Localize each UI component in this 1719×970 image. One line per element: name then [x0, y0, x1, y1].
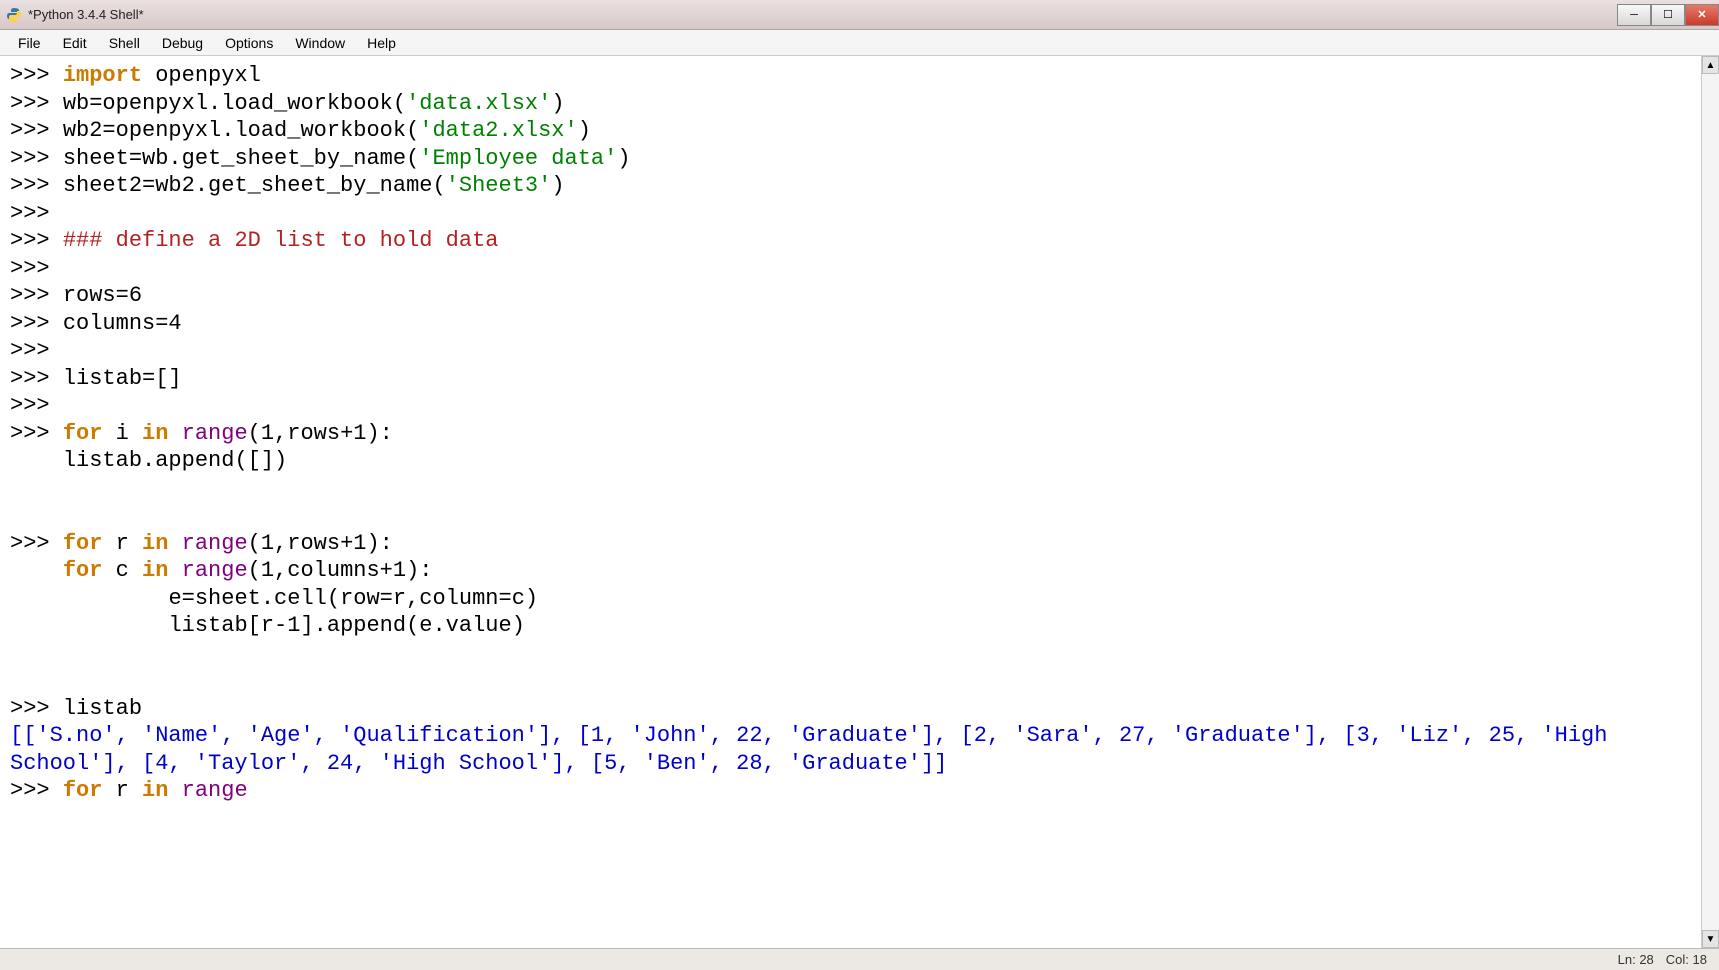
menu-window[interactable]: Window	[285, 32, 355, 54]
prompt: >>>	[10, 531, 63, 556]
prompt: >>>	[10, 283, 63, 308]
menu-help[interactable]: Help	[357, 32, 406, 54]
status-line: Ln: 28	[1618, 952, 1654, 967]
prompt: >>>	[10, 173, 63, 198]
statusbar: Ln: 28 Col: 18	[0, 948, 1719, 970]
kw-for: for	[63, 778, 103, 803]
prompt: >>>	[10, 63, 63, 88]
close-button[interactable]: ✕	[1685, 4, 1719, 26]
vertical-scrollbar[interactable]: ▲ ▼	[1701, 56, 1719, 948]
kw-for: for	[63, 421, 103, 446]
menu-debug[interactable]: Debug	[152, 32, 213, 54]
prompt: >>>	[10, 91, 63, 116]
python-shell-window: *Python 3.4.4 Shell* ─ ☐ ✕ File Edit She…	[0, 0, 1719, 970]
kw-in: in	[142, 778, 168, 803]
maximize-button[interactable]: ☐	[1651, 4, 1685, 26]
prompt: >>>	[10, 366, 63, 391]
kw-range: range	[182, 778, 248, 803]
menubar: File Edit Shell Debug Options Window Hel…	[0, 30, 1719, 56]
kw-range: range	[182, 531, 248, 556]
kw-in: in	[142, 558, 168, 583]
kw-range: range	[182, 558, 248, 583]
prompt: >>>	[10, 256, 63, 281]
shell-editor[interactable]: >>> import openpyxl >>> wb=openpyxl.load_…	[0, 56, 1701, 948]
code-text: (1,rows+1):	[248, 421, 393, 446]
code-text: wb=openpyxl.load_workbook(	[63, 91, 406, 116]
code-text: openpyxl	[142, 63, 261, 88]
kw-import: import	[63, 63, 142, 88]
kw-range: range	[182, 421, 248, 446]
code-body: listab.append([])	[10, 448, 287, 473]
prompt: >>>	[10, 146, 63, 171]
code-text: )	[617, 146, 630, 171]
code-text: c	[102, 558, 142, 583]
prompt: >>>	[10, 201, 63, 226]
prompt: >>>	[10, 696, 63, 721]
code-text: (1,columns+1):	[248, 558, 433, 583]
prompt: >>>	[10, 118, 63, 143]
string-literal: 'data2.xlsx'	[419, 118, 577, 143]
code-text: wb2=openpyxl.load_workbook(	[63, 118, 419, 143]
comment: ### define a 2D list to hold data	[63, 228, 499, 253]
prompt: >>>	[10, 311, 63, 336]
kw-in: in	[142, 531, 168, 556]
code-text: r	[102, 778, 142, 803]
code-text: listab=[]	[63, 366, 182, 391]
code-text: )	[551, 173, 564, 198]
kw-for: for	[63, 531, 103, 556]
code-text: r	[102, 531, 142, 556]
menu-options[interactable]: Options	[215, 32, 283, 54]
code-text: )	[578, 118, 591, 143]
menu-edit[interactable]: Edit	[53, 32, 97, 54]
code-text	[168, 531, 181, 556]
titlebar: *Python 3.4.4 Shell* ─ ☐ ✕	[0, 0, 1719, 30]
string-literal: 'Sheet3'	[446, 173, 552, 198]
titlebar-left: *Python 3.4.4 Shell*	[6, 7, 144, 23]
code-text: columns=4	[63, 311, 182, 336]
prompt: >>>	[10, 228, 63, 253]
code-text	[168, 421, 181, 446]
scroll-track[interactable]	[1702, 74, 1719, 930]
prompt: >>>	[10, 421, 63, 446]
string-literal: 'Employee data'	[419, 146, 617, 171]
code-text: )	[551, 91, 564, 116]
prompt: >>>	[10, 778, 63, 803]
code-body: listab[r-1].append(e.value)	[10, 613, 525, 638]
menu-shell[interactable]: Shell	[99, 32, 150, 54]
kw-for: for	[63, 558, 103, 583]
code-text: sheet=wb.get_sheet_by_name(	[63, 146, 419, 171]
code-text	[168, 558, 181, 583]
menu-file[interactable]: File	[8, 32, 51, 54]
output-repr: [['S.no', 'Name', 'Age', 'Qualification'…	[10, 722, 1691, 777]
code-text: listab	[63, 696, 142, 721]
indent	[10, 558, 63, 583]
code-text: (1,rows+1):	[248, 531, 393, 556]
window-title: *Python 3.4.4 Shell*	[28, 7, 144, 22]
code-text	[168, 778, 181, 803]
code-text: rows=6	[63, 283, 142, 308]
scroll-down-arrow-icon[interactable]: ▼	[1702, 930, 1719, 948]
scroll-up-arrow-icon[interactable]: ▲	[1702, 56, 1719, 74]
python-icon	[6, 7, 22, 23]
prompt: >>>	[10, 338, 63, 363]
prompt: >>>	[10, 393, 63, 418]
window-controls: ─ ☐ ✕	[1617, 4, 1719, 26]
code-text: sheet2=wb2.get_sheet_by_name(	[63, 173, 446, 198]
content-area: >>> import openpyxl >>> wb=openpyxl.load_…	[0, 56, 1719, 948]
status-col: Col: 18	[1666, 952, 1707, 967]
minimize-button[interactable]: ─	[1617, 4, 1651, 26]
string-literal: 'data.xlsx'	[406, 91, 551, 116]
kw-in: in	[142, 421, 168, 446]
code-text: i	[102, 421, 142, 446]
code-body: e=sheet.cell(row=r,column=c)	[10, 586, 538, 611]
